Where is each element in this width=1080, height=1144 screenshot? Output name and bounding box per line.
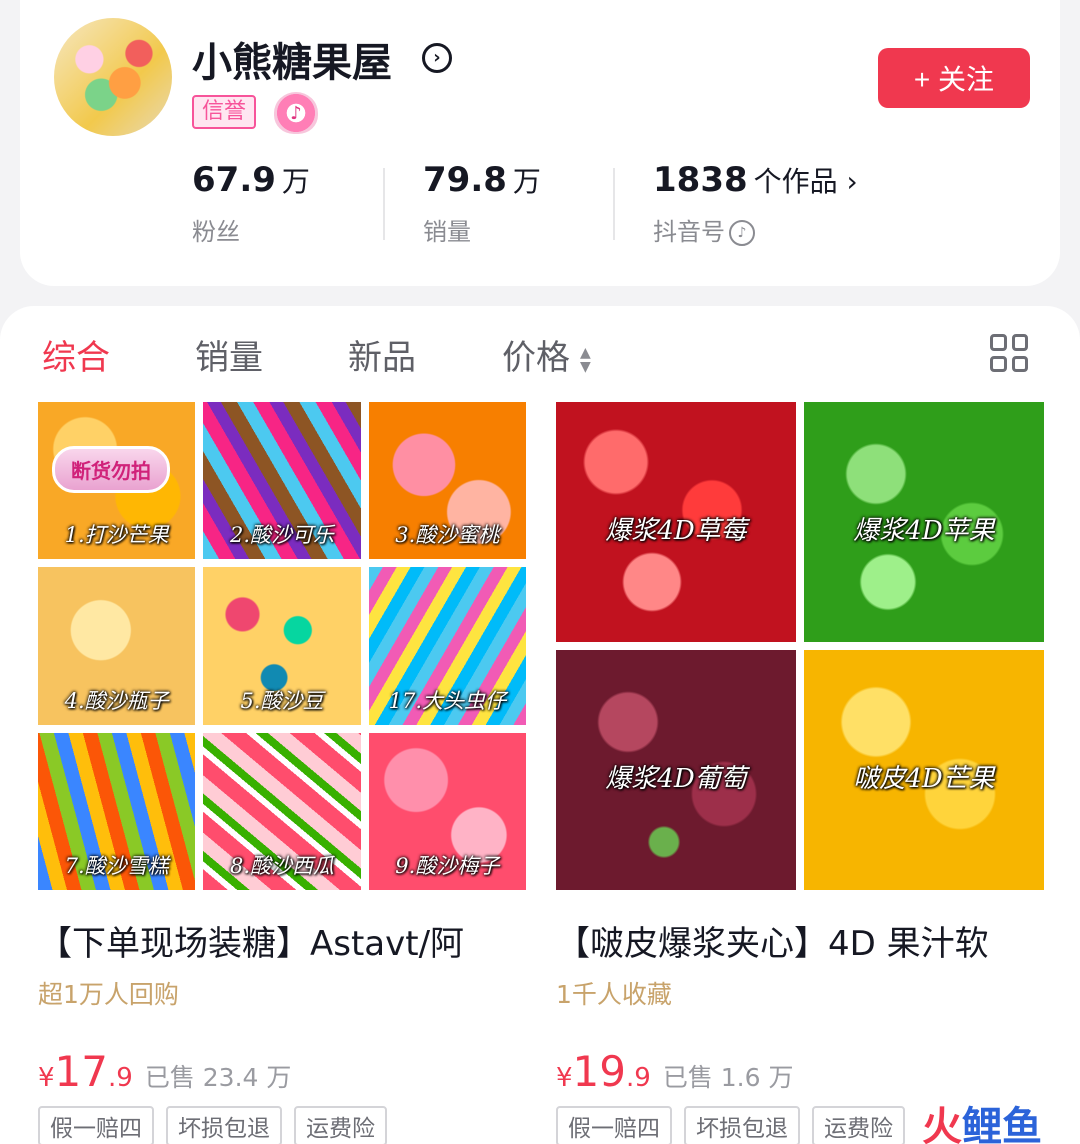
tile-caption: 爆浆4D苹果: [853, 516, 995, 546]
watermark-logo: 火鲤鱼: [922, 1094, 1042, 1144]
service-tags: 假一赔四 坏损包退 运费险: [38, 1106, 526, 1144]
service-tag: 坏损包退: [684, 1106, 800, 1144]
product-title[interactable]: 【下单现场装糖】Astavt/阿: [38, 916, 526, 965]
tile-caption: 3.酸沙蜜桃: [395, 523, 500, 548]
product-tile: 9.酸沙梅子: [368, 732, 526, 890]
stat-divider: [383, 168, 385, 240]
tab-sales[interactable]: 销量: [195, 330, 263, 379]
watermark-part: 鲤鱼: [962, 1104, 1042, 1144]
tile-caption: 5.酸沙豆: [240, 688, 324, 713]
sales-unit: 万: [512, 165, 541, 198]
tab-new[interactable]: 新品: [348, 330, 416, 379]
price-decimal: .9: [626, 1063, 651, 1093]
product-tile: 爆浆4D苹果: [804, 402, 1044, 642]
product-card[interactable]: 爆浆4D草莓 爆浆4D苹果 爆浆4D葡萄 啵皮4D芒果 【啵皮爆浆夹心】4D 果…: [556, 402, 1044, 1144]
product-tile: 爆浆4D草莓: [556, 402, 796, 642]
fans-count: 67.9: [192, 160, 276, 200]
sold-count: 已售 23.4 万: [144, 1063, 292, 1092]
out-of-stock-tag: 断货勿拍: [52, 446, 170, 493]
shop-name[interactable]: 小熊糖果屋: [192, 30, 392, 88]
grid-layout-icon[interactable]: [990, 334, 1028, 372]
works-count: 1838: [653, 160, 748, 200]
stat-divider: [613, 168, 615, 240]
product-tile: 爆浆4D葡萄: [556, 650, 796, 890]
product-tile: 17.大头虫仔: [368, 567, 526, 725]
product-tile: 4.酸沙瓶子: [38, 567, 196, 725]
product-price: ¥19.9 已售 1.6 万: [556, 1047, 1044, 1096]
sold-count: 已售 1.6 万: [662, 1063, 794, 1092]
tile-caption: 爆浆4D草莓: [605, 516, 747, 546]
watermark-part: 火: [922, 1104, 962, 1144]
product-image[interactable]: 断货勿拍 1.打沙芒果 2.酸沙可乐 3.酸沙蜜桃 4.酸沙瓶子 5.酸沙豆 1…: [38, 402, 526, 890]
douyin-level-badge-icon[interactable]: ♪: [274, 92, 318, 134]
sales-count: 79.8: [423, 160, 507, 200]
tile-caption: 8.酸沙西瓜: [229, 854, 335, 878]
fans-stat[interactable]: 67.9 万 粉丝: [192, 160, 310, 247]
service-tag: 假一赔四: [556, 1106, 672, 1144]
works-unit: 个作品 ›: [753, 165, 858, 198]
price-decimal: .9: [108, 1063, 133, 1093]
tile-caption: 4.酸沙瓶子: [64, 688, 169, 713]
tile-caption: 2.酸沙可乐: [229, 523, 335, 548]
shop-avatar[interactable]: [54, 18, 172, 136]
product-tile: 7.酸沙雪糕: [38, 732, 196, 890]
product-image[interactable]: 爆浆4D草莓 爆浆4D苹果 爆浆4D葡萄 啵皮4D芒果: [556, 402, 1044, 890]
sort-arrows-icon: ▲ ▼: [580, 344, 591, 375]
product-tile: 2.酸沙可乐: [203, 402, 361, 560]
product-subtitle: 1千人收藏: [556, 980, 672, 1009]
tab-comprehensive[interactable]: 综合: [42, 330, 110, 379]
tab-price[interactable]: 价格 ▲ ▼: [502, 330, 591, 379]
product-subtitle: 超1万人回购: [38, 980, 179, 1009]
service-tag: 坏损包退: [166, 1106, 282, 1144]
fans-label: 粉丝: [192, 218, 240, 246]
product-tile: 啵皮4D芒果: [804, 650, 1044, 890]
credit-badge[interactable]: 信誉: [192, 95, 257, 129]
product-price: ¥17.9 已售 23.4 万: [38, 1047, 526, 1096]
tile-caption: 17.大头虫仔: [388, 688, 507, 713]
product-card[interactable]: 断货勿拍 1.打沙芒果 2.酸沙可乐 3.酸沙蜜桃 4.酸沙瓶子 5.酸沙豆 1…: [38, 402, 526, 1144]
tile-caption: 1.打沙芒果: [64, 523, 169, 548]
tab-price-label: 价格: [502, 338, 570, 378]
product-tile: 3.酸沙蜜桃: [368, 402, 526, 560]
tile-caption: 爆浆4D葡萄: [605, 764, 747, 794]
product-tile: 断货勿拍 1.打沙芒果: [38, 402, 196, 560]
price-currency: ¥: [556, 1063, 573, 1093]
douyin-logo-icon: ♪: [729, 220, 755, 246]
product-panel: 综合 销量 新品 价格 ▲ ▼ 断货勿拍 1.打沙芒果 2.酸沙可乐 3.酸沙蜜桃 …: [0, 306, 1080, 1144]
tile-caption: 9.酸沙梅子: [395, 854, 500, 878]
fans-unit: 万: [281, 165, 310, 198]
douyin-id-label: 抖音号: [653, 218, 725, 246]
service-tag: 假一赔四: [38, 1106, 154, 1144]
service-tag: 运费险: [812, 1106, 905, 1144]
product-tile: 8.酸沙西瓜: [203, 732, 361, 890]
service-tag: 运费险: [294, 1106, 387, 1144]
follow-button[interactable]: + 关注: [878, 48, 1030, 108]
price-currency: ¥: [38, 1063, 55, 1093]
works-stat[interactable]: 1838 个作品 › 抖音号 ♪: [653, 160, 858, 247]
tile-caption: 7.酸沙雪糕: [64, 854, 169, 878]
product-title[interactable]: 【啵皮爆浆夹心】4D 果汁软: [556, 916, 1044, 965]
sales-label: 销量: [423, 218, 471, 246]
tile-caption: 啵皮4D芒果: [853, 764, 995, 794]
product-tile: 5.酸沙豆: [203, 567, 361, 725]
price-integer: 19: [572, 1047, 626, 1096]
sales-stat[interactable]: 79.8 万 销量: [423, 160, 541, 247]
price-integer: 17: [54, 1047, 108, 1096]
chevron-right-circle-icon[interactable]: ›: [422, 43, 452, 73]
shop-header-card: 小熊糖果屋 › 信誉 ♪ + 关注 67.9 万 粉丝 79.8 万 销量 1838…: [20, 0, 1060, 286]
